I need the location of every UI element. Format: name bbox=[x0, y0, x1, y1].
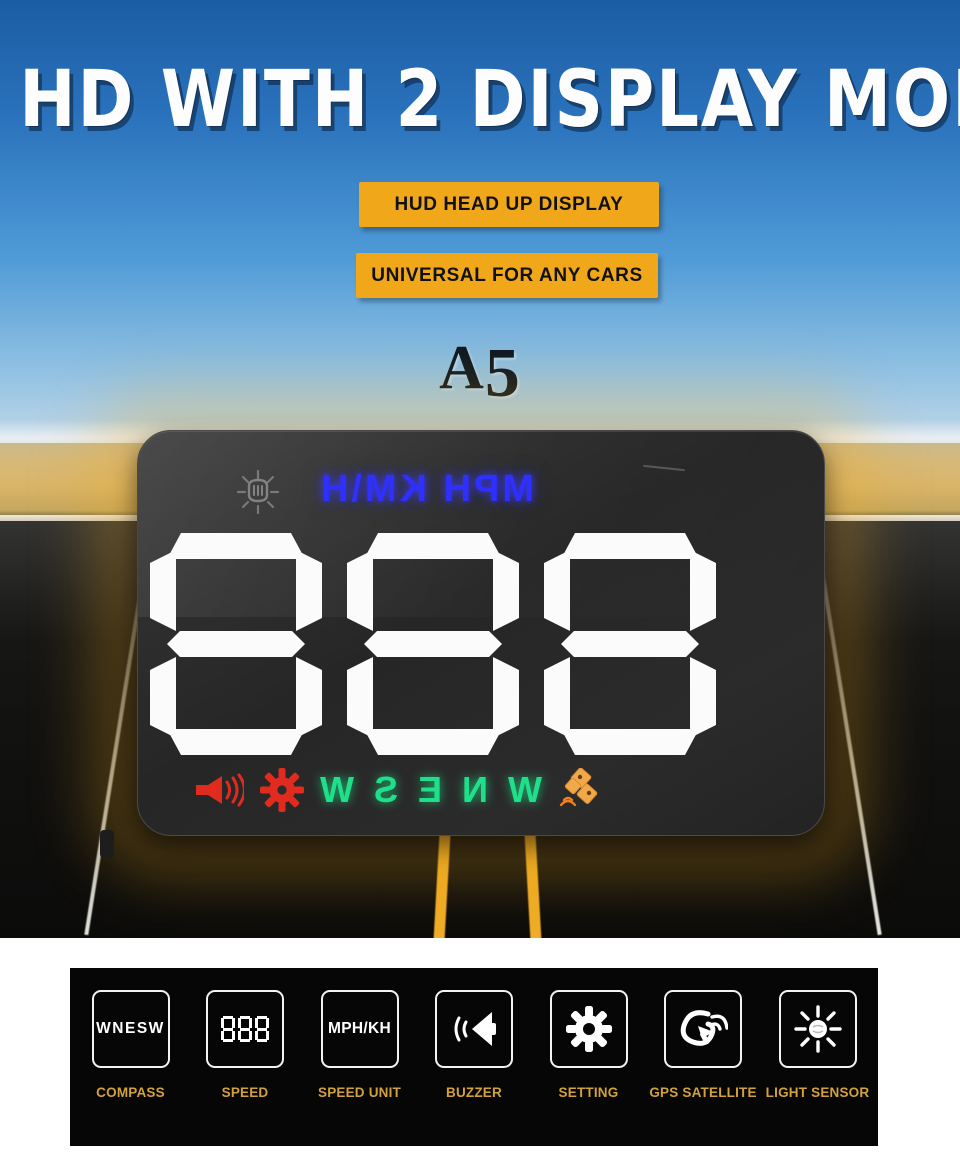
speed-unit-icon: MPH/KH bbox=[320, 990, 399, 1068]
buzzer-speaker-icon bbox=[196, 773, 244, 807]
badge-universal-for-any-cars: UNIVERSAL FOR ANY CARS bbox=[356, 253, 658, 298]
feature-label: SPEED UNIT bbox=[317, 1085, 401, 1100]
page-title: HD WITH 2 DISPLAY MODE bbox=[19, 55, 960, 145]
feature-tile-list: WNESW COMPASS SPEED MPH/KH SPEED UNIT BU… bbox=[70, 990, 878, 1100]
feature-label: LIGHT SENSOR bbox=[765, 1085, 870, 1100]
feature-tile-gps-satellite[interactable]: GPS SATELLITE bbox=[649, 990, 756, 1100]
feature-label: GPS SATELLITE bbox=[649, 1085, 757, 1100]
gps-satellite-icon bbox=[664, 990, 742, 1068]
speed-digit bbox=[544, 533, 716, 755]
feature-tile-speed-unit[interactable]: MPH/KH SPEED UNIT bbox=[313, 990, 406, 1100]
feature-label: SETTING bbox=[558, 1085, 619, 1100]
device-mount-foot bbox=[100, 830, 114, 858]
feature-label: SPEED bbox=[221, 1085, 269, 1100]
hero-banner: HD WITH 2 DISPLAY MODE HUD HEAD UP DISPL… bbox=[0, 0, 960, 938]
feature-tile-light-sensor[interactable]: LIGHT SENSOR bbox=[766, 990, 869, 1100]
compass-icon-text: WNESW bbox=[96, 1020, 165, 1037]
model-letter: A bbox=[439, 334, 485, 402]
compass-letter: N bbox=[462, 769, 489, 810]
settings-gear-icon bbox=[260, 768, 304, 812]
speed-digit bbox=[347, 533, 519, 755]
hud-compass-letters: W N E S W bbox=[320, 769, 542, 811]
speed-digit bbox=[150, 533, 322, 755]
light-sensor-icon bbox=[778, 990, 857, 1068]
feature-tile-setting[interactable]: SETTING bbox=[542, 990, 635, 1100]
hud-speed-readout bbox=[150, 533, 716, 755]
model-number: 5 bbox=[484, 335, 521, 412]
model-logo: A5 bbox=[0, 326, 960, 412]
hud-unit-label: MPH KM\H bbox=[317, 468, 534, 510]
badge-hud-head-up-display: HUD HEAD UP DISPLAY bbox=[359, 182, 659, 227]
gear-icon bbox=[549, 990, 628, 1068]
feature-tile-speed[interactable]: SPEED bbox=[199, 990, 292, 1100]
compass-letter: W bbox=[320, 769, 354, 810]
seven-segment-icon bbox=[206, 990, 284, 1068]
feature-panel: WNESW COMPASS SPEED MPH/KH SPEED UNIT BU… bbox=[70, 968, 878, 1146]
light-sensor-icon bbox=[236, 469, 280, 515]
compass-letter: W bbox=[508, 769, 542, 810]
buzzer-icon bbox=[435, 990, 513, 1068]
feature-label: BUZZER bbox=[446, 1085, 502, 1100]
hud-status-row: W N E S W bbox=[192, 768, 604, 812]
gps-satellite-icon bbox=[559, 768, 598, 807]
feature-label: COMPASS bbox=[96, 1085, 165, 1100]
speed-unit-icon-text: MPH/KH bbox=[328, 1020, 391, 1037]
feature-tile-compass[interactable]: WNESW COMPASS bbox=[84, 990, 177, 1100]
compass-letter: S bbox=[373, 769, 398, 810]
compass-icon: WNESW bbox=[91, 990, 170, 1068]
compass-letter: E bbox=[418, 769, 443, 810]
feature-tile-buzzer[interactable]: BUZZER bbox=[428, 990, 521, 1100]
